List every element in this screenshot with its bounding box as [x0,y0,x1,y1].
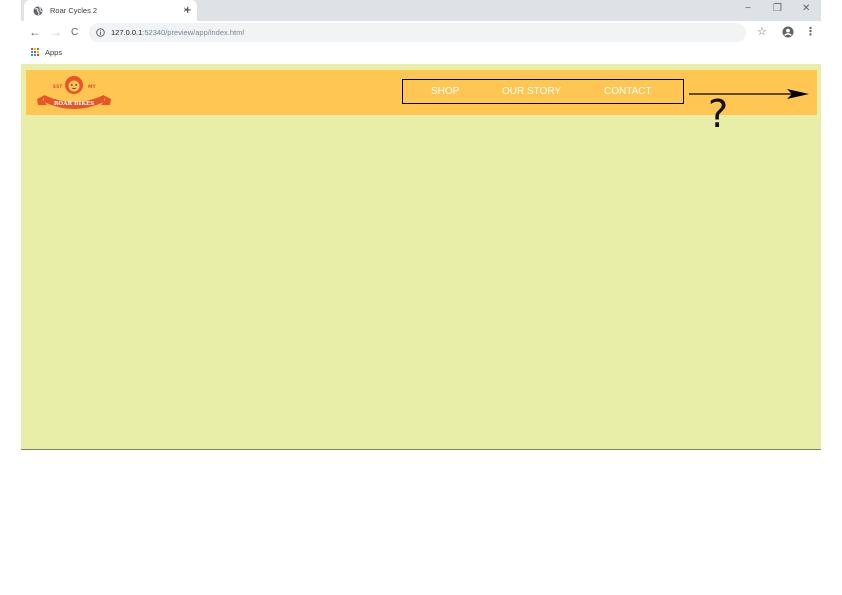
logo-banner-text: ROAR BIKES [54,101,94,107]
bookmark-star-icon[interactable]: ☆ [757,25,767,39]
address-bar[interactable]: 127.0.0.1:52340/preview/app/index.html [89,23,746,42]
profile-icon[interactable] [782,26,794,38]
nav-link-contact[interactable]: CONTACT [604,80,652,103]
logo-text-left: EST [53,84,63,90]
minimize-icon[interactable]: − [745,3,751,15]
url-text: 127.0.0.1:52340/preview/app/index.html [111,28,244,37]
forward-icon[interactable]: → [50,25,62,39]
close-window-icon[interactable]: ✕ [802,3,810,15]
url-host: 127.0.0.1 [111,28,143,37]
main-nav: SHOP OUR STORY CONTACT [402,79,684,104]
browser-menu-icon[interactable]: ⋮ [805,25,816,39]
tab-strip: Roar Cycles 2 × + − ❐ ✕ [21,0,821,21]
nav-link-our-story[interactable]: OUR STORY [502,80,561,103]
site-header: EST MY ROAR BIKES SHOP OUR STORY CONTACT [26,70,817,115]
url-path: :52340/preview/app/index.html [142,28,245,37]
browser-window: Roar Cycles 2 × + − ❐ ✕ ← → C 127.0.0.1:… [21,0,821,450]
globe-icon [33,6,43,16]
apps-bookmark[interactable]: Apps [45,48,62,57]
logo-text-right: MY [88,84,96,90]
browser-tab[interactable]: Roar Cycles 2 × [24,0,197,21]
new-tab-button[interactable]: + [184,2,192,18]
restore-icon[interactable]: ❐ [773,3,782,15]
tab-title: Roar Cycles 2 [50,6,98,15]
browser-toolbar: ← → C 127.0.0.1:52340/preview/app/index.… [21,21,821,44]
bookmarks-bar: Apps [21,44,821,61]
page-viewport: EST MY ROAR BIKES SHOP OUR STORY CONTACT [21,64,821,450]
roar-bikes-logo[interactable]: EST MY ROAR BIKES [35,75,113,111]
annotation-question-mark: ? [708,92,729,136]
apps-icon[interactable] [31,48,40,57]
nav-link-shop[interactable]: SHOP [431,80,459,103]
back-icon[interactable]: ← [29,25,41,39]
reload-icon[interactable]: C [71,26,78,40]
info-icon[interactable] [96,28,105,37]
